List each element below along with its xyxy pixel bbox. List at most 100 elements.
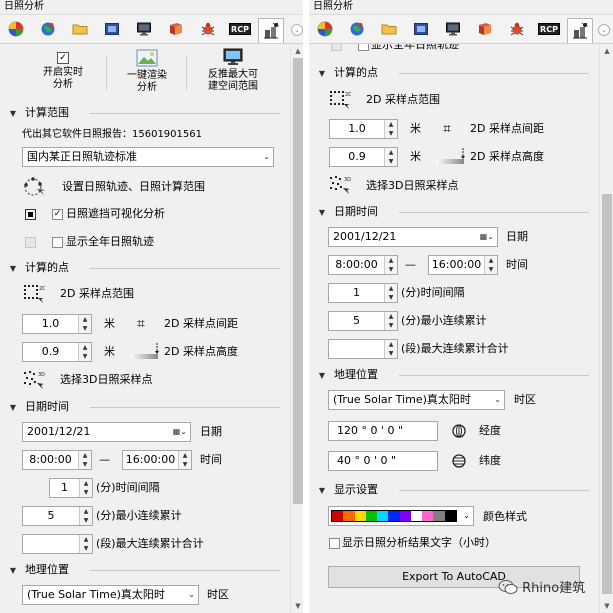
- image-icon[interactable]: [102, 19, 122, 39]
- sun-range-icon[interactable]: [22, 175, 48, 200]
- section-datetime-header[interactable]: ▼ 日期时间: [309, 204, 378, 220]
- section-datetime-header[interactable]: ▼ 日期时间: [0, 399, 69, 415]
- section-calc-points-header[interactable]: ▼ 计算的点: [309, 65, 378, 81]
- scroll-down-icon[interactable]: ▼: [600, 599, 613, 613]
- sample-grid-2d-icon[interactable]: 2D: [23, 284, 46, 307]
- date-picker[interactable]: 2001/12/21 ▦⌄: [328, 227, 498, 247]
- show-year-checkbox[interactable]: [52, 237, 63, 248]
- scroll-thumb[interactable]: [602, 194, 612, 594]
- rhino-sphere-icon[interactable]: [315, 19, 335, 39]
- section-calc-points-header[interactable]: ▼ 计算的点: [0, 260, 69, 276]
- rcp-icon[interactable]: RCP: [228, 19, 252, 39]
- spin-down-icon[interactable]: ▼: [79, 460, 91, 469]
- spin-up-icon[interactable]: ▲: [385, 340, 397, 349]
- spin-up-icon[interactable]: ▲: [485, 256, 497, 265]
- rhino-sphere-icon[interactable]: [6, 19, 26, 39]
- shadow-vis-checkbox[interactable]: ✓: [52, 209, 63, 220]
- spin-down-icon[interactable]: ▼: [80, 544, 92, 553]
- vertical-scrollbar[interactable]: ▲ ▼: [599, 44, 613, 613]
- color-style-select[interactable]: ⌄: [328, 506, 474, 526]
- select-3d-label[interactable]: 选择3D日照采样点: [366, 179, 458, 193]
- timezone-select[interactable]: (True Solar Time)真太阳时 ⌄: [328, 390, 505, 410]
- spin-down-icon[interactable]: ▼: [79, 352, 91, 361]
- spin-down-icon[interactable]: ▼: [80, 488, 92, 497]
- section-geo-header[interactable]: ▼ 地理位置: [309, 367, 378, 383]
- spin-up-icon[interactable]: ▲: [385, 256, 397, 265]
- range-2d-label[interactable]: 2D 采样点范围: [366, 93, 440, 107]
- spin-down-icon[interactable]: ▼: [179, 460, 191, 469]
- show-year-checkbox[interactable]: [358, 44, 369, 51]
- time-end-spinner[interactable]: 16:00:00 ▲ ▼: [428, 255, 498, 275]
- section-calc-range-header[interactable]: ▼ 计算范围: [0, 105, 69, 121]
- bug-icon[interactable]: [198, 19, 218, 39]
- shadow-vis-color-toggle[interactable]: [25, 209, 36, 220]
- show-year-color-toggle[interactable]: [331, 44, 342, 51]
- max-continuous-spinner[interactable]: ▲ ▼: [22, 534, 93, 554]
- spin-up-icon[interactable]: ▲: [385, 120, 397, 129]
- calendar-dropdown-icon[interactable]: ▦⌄: [173, 423, 187, 441]
- spacing-spinner[interactable]: 1.0 ▲ ▼: [22, 314, 92, 334]
- date-picker[interactable]: 2001/12/21 ▦⌄: [22, 422, 191, 442]
- spin-down-icon[interactable]: ▼: [385, 349, 397, 358]
- rcp-icon[interactable]: RCP: [537, 19, 561, 39]
- vertical-scrollbar[interactable]: ▲ ▼: [290, 44, 304, 613]
- spin-up-icon[interactable]: ▲: [385, 312, 397, 321]
- spacing-spinner[interactable]: 1.0 ▲ ▼: [329, 119, 398, 139]
- reverse-max-space-button[interactable]: 反推最大可 建空间范围: [196, 48, 270, 93]
- sun-analysis-icon[interactable]: [567, 18, 593, 43]
- standard-select[interactable]: 国内某正日照轨迹标准 ⌄: [22, 147, 274, 167]
- height-spinner[interactable]: 0.9 ▲ ▼: [22, 342, 92, 362]
- toolbar-more-icon[interactable]: ⌄: [291, 24, 303, 36]
- longitude-input[interactable]: 120 ° 0 ' 0 ": [328, 421, 438, 441]
- time-end-spinner[interactable]: 16:00:00 ▲ ▼: [122, 450, 192, 470]
- book-icon[interactable]: [475, 19, 495, 39]
- spin-down-icon[interactable]: ▼: [385, 129, 397, 138]
- spin-down-icon[interactable]: ▼: [80, 516, 92, 525]
- min-continuous-spinner[interactable]: 5 ▲ ▼: [328, 311, 398, 331]
- sample-grid-2d-icon[interactable]: 2D: [329, 90, 352, 113]
- monitor-icon[interactable]: [134, 19, 154, 39]
- spin-up-icon[interactable]: ▲: [79, 315, 91, 324]
- image-icon[interactable]: [411, 19, 431, 39]
- spin-up-icon[interactable]: ▲: [385, 284, 397, 293]
- spin-up-icon[interactable]: ▲: [80, 535, 92, 544]
- monitor-icon[interactable]: [443, 19, 463, 39]
- time-start-spinner[interactable]: 8:00:00 ▲ ▼: [328, 255, 398, 275]
- max-continuous-spinner[interactable]: ▲ ▼: [328, 339, 398, 359]
- height-spinner[interactable]: 0.9 ▲ ▼: [329, 147, 398, 167]
- toolbar-more-icon[interactable]: ⌄: [598, 24, 610, 36]
- latitude-input[interactable]: 40 ° 0 ' 0 ": [328, 451, 438, 471]
- select-3d-points-icon[interactable]: 3D: [329, 175, 351, 198]
- range-2d-label[interactable]: 2D 采样点范围: [60, 287, 134, 301]
- show-year-color-toggle[interactable]: [25, 237, 36, 248]
- min-continuous-spinner[interactable]: 5 ▲ ▼: [22, 506, 93, 526]
- spin-down-icon[interactable]: ▼: [485, 265, 497, 274]
- scroll-up-icon[interactable]: ▲: [600, 44, 613, 58]
- spin-up-icon[interactable]: ▲: [79, 343, 91, 352]
- book-icon[interactable]: [166, 19, 186, 39]
- spin-down-icon[interactable]: ▼: [385, 293, 397, 302]
- section-geo-header[interactable]: ▼ 地理位置: [0, 562, 69, 578]
- globe-icon[interactable]: [38, 19, 58, 39]
- spin-up-icon[interactable]: ▲: [79, 451, 91, 460]
- section-display-header[interactable]: ▼ 显示设置: [309, 482, 378, 498]
- interval-spinner[interactable]: 1 ▲ ▼: [328, 283, 398, 303]
- set-range-label[interactable]: 设置日照轨迹、日照计算范围: [62, 180, 205, 194]
- select-3d-points-icon[interactable]: 3D: [23, 370, 45, 393]
- spin-down-icon[interactable]: ▼: [385, 265, 397, 274]
- spin-up-icon[interactable]: ▲: [80, 507, 92, 516]
- spin-up-icon[interactable]: ▲: [179, 451, 191, 460]
- spin-down-icon[interactable]: ▼: [79, 324, 91, 333]
- folder-icon[interactable]: [379, 19, 399, 39]
- spin-down-icon[interactable]: ▼: [385, 321, 397, 330]
- realtime-analysis-button[interactable]: ✓ 开启实时 分析: [33, 52, 93, 91]
- bug-icon[interactable]: [507, 19, 527, 39]
- show-result-text-checkbox[interactable]: [329, 538, 340, 549]
- scroll-thumb[interactable]: [293, 58, 303, 504]
- spin-down-icon[interactable]: ▼: [385, 157, 397, 166]
- time-start-spinner[interactable]: 8:00:00 ▲ ▼: [22, 450, 92, 470]
- one-click-render-button[interactable]: 一键渲染 分析: [117, 49, 177, 94]
- spin-up-icon[interactable]: ▲: [385, 148, 397, 157]
- calendar-dropdown-icon[interactable]: ▦⌄: [480, 228, 494, 246]
- timezone-select[interactable]: (True Solar Time)真太阳时 ⌄: [22, 585, 199, 605]
